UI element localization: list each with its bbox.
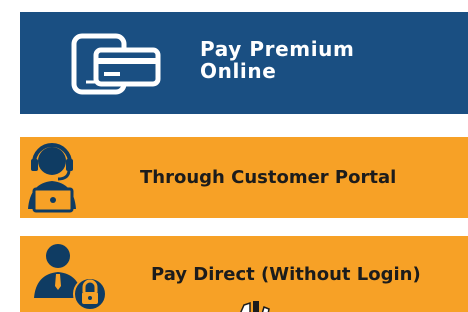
pointer-hand-icon xyxy=(236,299,270,312)
pay-premium-online-label: Pay Premium Online xyxy=(200,38,460,82)
pay-premium-online-banner: Pay Premium Online xyxy=(20,12,468,114)
customer-portal-label: Through Customer Portal xyxy=(140,167,397,188)
pay-premium-online-line1: Pay Premium xyxy=(200,37,355,61)
user-lock-icon xyxy=(28,242,108,312)
pay-direct-label: Pay Direct (Without Login) xyxy=(151,264,421,285)
customer-portal-button[interactable]: Through Customer Portal xyxy=(20,137,468,218)
card-on-tablet-icon xyxy=(70,32,174,96)
support-agent-laptop-icon xyxy=(24,139,84,214)
pay-direct-button[interactable]: Pay Direct (Without Login) xyxy=(20,236,468,312)
pay-premium-online-line2: Online xyxy=(200,59,277,83)
